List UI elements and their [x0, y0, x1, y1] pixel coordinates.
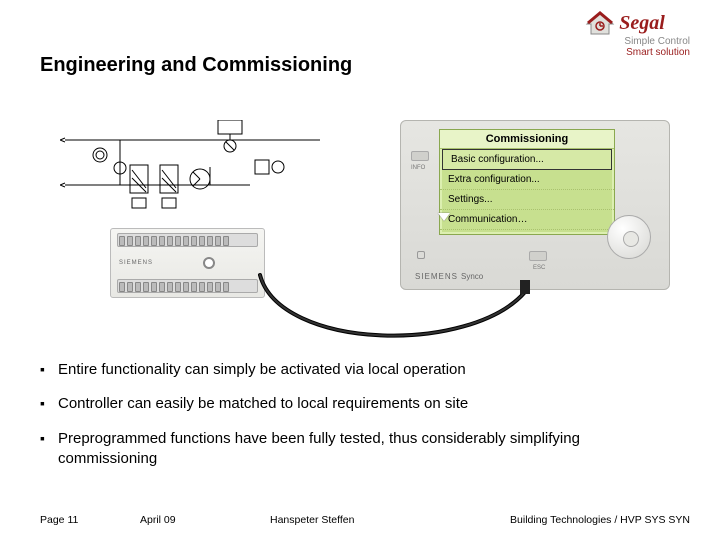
esc-label: ESC	[533, 265, 545, 271]
logo-tagline-1: Simple Control	[560, 36, 690, 47]
diagram-area: SIEMENS Commissioning Basic configuratio…	[50, 120, 670, 350]
logo-name: Segal	[619, 12, 665, 35]
slide-footer: Page 11 April 09 Hanspeter Steffen Build…	[40, 514, 690, 526]
menu-item-communication[interactable]: Communication	[440, 210, 614, 230]
menu-item-extra[interactable]: Extra configuration...	[440, 170, 614, 190]
esc-button[interactable]	[529, 251, 547, 261]
operator-panel: Commissioning Basic configuration... Ext…	[400, 120, 670, 290]
info-label: INFO	[411, 165, 425, 171]
device-knob-icon	[203, 257, 215, 269]
screen-title: Commissioning	[440, 130, 614, 149]
menu-item-settings[interactable]: Settings...	[440, 190, 614, 210]
menu-item-basic[interactable]: Basic configuration...	[442, 149, 612, 170]
bullet-2: Controller can easily be matched to loca…	[40, 394, 680, 414]
info-button[interactable]	[411, 151, 429, 161]
rotary-dial[interactable]	[607, 215, 651, 259]
footer-org: Building Technologies / HVP SYS SYN	[510, 514, 690, 526]
bullet-3: Preprogrammed functions have been fully …	[40, 429, 680, 470]
house-icon	[585, 10, 615, 36]
footer-page: Page 11	[40, 514, 140, 526]
controller-device: SIEMENS	[110, 228, 265, 298]
panel-screen: Commissioning Basic configuration... Ext…	[439, 129, 615, 235]
hvac-schematic	[60, 120, 330, 220]
slide-title: Engineering and Commissioning	[40, 54, 680, 77]
bullet-list: Entire functionality can simply be activ…	[40, 360, 680, 483]
footer-date: April 09	[140, 514, 270, 526]
device-brand: SIEMENS	[119, 260, 153, 266]
footer-author: Hanspeter Steffen	[270, 514, 510, 526]
bullet-1: Entire functionality can simply be activ…	[40, 360, 680, 380]
panel-series: Synco	[461, 272, 483, 281]
panel-brand: SIEMENS	[415, 272, 458, 281]
status-led-icon	[417, 251, 425, 259]
brand-logo: Segal Simple Control Smart solution	[560, 10, 690, 58]
